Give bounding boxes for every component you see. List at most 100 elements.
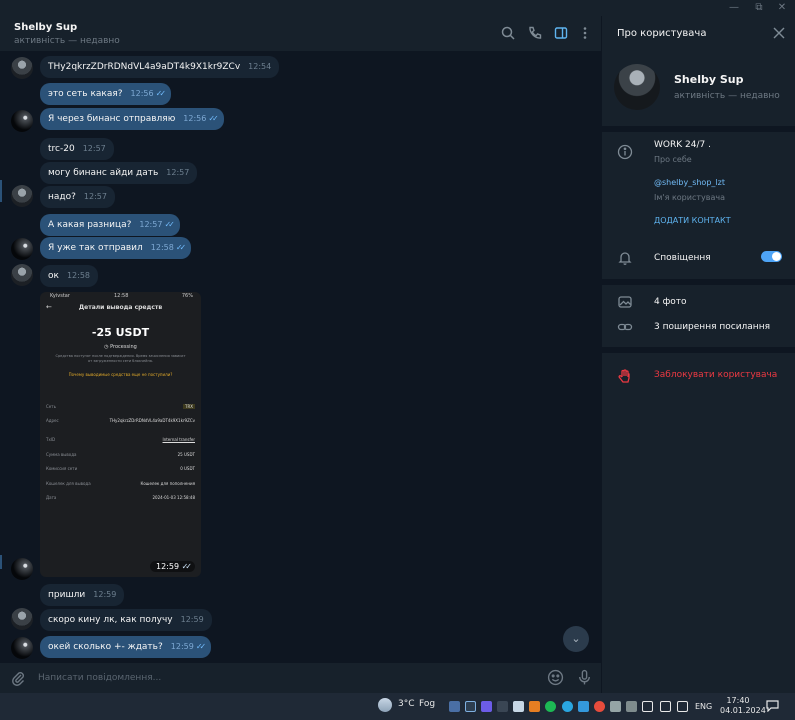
photo-status-bar: Kyivstar 12:58 76%: [40, 292, 201, 300]
spotify-icon[interactable]: [545, 701, 556, 712]
weather-temperature[interactable]: 3°C: [398, 699, 415, 709]
message-bubble[interactable]: это сеть какая? 12:56 ✓✓: [40, 83, 172, 105]
message-time: 12:58: [66, 271, 91, 280]
close-icon[interactable]: [772, 26, 786, 40]
bell-icon: [617, 250, 633, 266]
message-bubble[interactable]: пришли 12:59: [40, 584, 125, 606]
avatar[interactable]: [11, 558, 33, 580]
message-time: 12:56: [183, 114, 207, 123]
message-input[interactable]: [38, 670, 518, 686]
avatar[interactable]: [11, 637, 33, 659]
message-bubble[interactable]: могу бинанс айди дать 12:57: [40, 162, 198, 184]
phone-icon[interactable]: [527, 25, 543, 41]
photo-message[interactable]: Kyivstar 12:58 76% ← Детали вывода средс…: [40, 292, 201, 577]
message-text: скоро кину лк, как получу: [48, 615, 173, 625]
block-user-button[interactable]: Заблокувати користувача: [654, 370, 777, 380]
message-text: могу бинанс айди дать: [48, 168, 159, 178]
photo-title: Детали вывода средств: [78, 304, 163, 311]
weather-condition[interactable]: Fog: [419, 699, 435, 709]
battery-icon[interactable]: [677, 701, 688, 712]
message-bubble[interactable]: Я через бинанс отправляю 12:56 ✓✓: [40, 108, 224, 130]
discord-icon[interactable]: [481, 701, 492, 712]
message-time: 12:59: [93, 590, 117, 599]
message-list[interactable]: THy2qkrzZDrRDNdVL4a9aDT4k9X1kr9ZCv 12:54 …: [0, 52, 601, 663]
photo-icon: [617, 294, 633, 310]
message-bubble[interactable]: Я уже так отправил 12:58 ✓✓: [40, 237, 192, 259]
profile-avatar[interactable]: [614, 64, 660, 110]
app-icon[interactable]: [497, 701, 508, 712]
avatar[interactable]: [11, 238, 33, 260]
sidebar-toggle-icon[interactable]: [553, 25, 569, 41]
weather-icon[interactable]: [378, 698, 392, 712]
app-icon[interactable]: [529, 701, 540, 712]
more-options-icon[interactable]: [577, 25, 593, 41]
message-bubble[interactable]: trc-20 12:57: [40, 138, 114, 160]
message-bubble[interactable]: окей сколько +- ждать? 12:59 ✓✓: [40, 636, 212, 658]
message-text: окей сколько +- ждать?: [48, 642, 163, 652]
emoji-icon[interactable]: [547, 669, 564, 686]
photo-row-value: Internal transfer: [162, 437, 195, 442]
shared-links-item[interactable]: 3 поширення посилання: [654, 322, 770, 332]
message-bubble[interactable]: А какая разница? 12:57 ✓✓: [40, 214, 180, 236]
photo-row: Адрес THy2qkrzZDrRDNdVL4a9aDT4k9X1kr9ZCv: [46, 418, 195, 423]
clock-date: 04.01.2024: [720, 706, 766, 715]
search-icon[interactable]: [500, 25, 516, 41]
photo-row: TxID Internal transfer: [46, 437, 195, 442]
scroll-down-button[interactable]: ⌄: [563, 626, 589, 652]
avatar[interactable]: [11, 608, 33, 630]
read-ticks-icon: ✓✓: [208, 114, 219, 123]
photo-row-label: Комиссия сети: [46, 466, 78, 471]
photo-row-label: TxID: [46, 437, 56, 442]
app-icon[interactable]: [578, 701, 589, 712]
username-link[interactable]: @shelby_shop_lzt: [654, 178, 725, 187]
close-window-button[interactable]: ✕: [772, 1, 792, 15]
add-contact-button[interactable]: ДОДАТИ КОНТАКТ: [654, 216, 731, 225]
photo-row-label: Сеть: [46, 404, 56, 409]
photo-row: Комиссия сети 0 USDT: [46, 466, 195, 471]
photo-state-text: Processing: [110, 344, 137, 350]
app-icon[interactable]: [626, 701, 637, 712]
photo-row-label: Адрес: [46, 418, 59, 423]
photo-warning: Почему выводимые средства еще не поступи…: [68, 372, 173, 377]
chrome-icon[interactable]: [594, 701, 605, 712]
photo-row: Дата 2024-01-03 12:58:48: [46, 495, 195, 500]
microphone-icon[interactable]: [576, 669, 593, 686]
photo-row-label: Кошелек для вывода: [46, 481, 91, 486]
notifications-toggle[interactable]: [761, 251, 782, 262]
app-icon[interactable]: [513, 701, 524, 712]
user-info-panel: Про користувача Shelby Sup активність — …: [601, 16, 795, 693]
bio-text: WORK 24/7 .: [654, 140, 711, 150]
minimize-button[interactable]: —: [724, 1, 744, 15]
message-bubble[interactable]: THy2qkrzZDrRDNdVL4a9aDT4k9X1kr9ZCv 12:54: [40, 56, 280, 78]
hand-stop-icon: [617, 368, 633, 384]
app-icon[interactable]: [465, 701, 476, 712]
message-composer: [0, 663, 601, 693]
message-bubble[interactable]: надо? 12:57: [40, 186, 115, 208]
chat-title[interactable]: Shelby Sup: [14, 22, 77, 33]
notifications-icon[interactable]: [766, 700, 779, 713]
avatar[interactable]: [11, 264, 33, 286]
photos-item[interactable]: 4 фото: [654, 297, 687, 307]
taskbar-clock[interactable]: 17:40 04.01.2024: [720, 696, 766, 716]
input-language[interactable]: ENG: [695, 702, 712, 711]
message-text: THy2qkrzZDrRDNdVL4a9aDT4k9X1kr9ZCv: [48, 62, 241, 72]
app-icon[interactable]: [610, 701, 621, 712]
app-icon[interactable]: [449, 701, 460, 712]
maximize-button[interactable]: ⧉: [749, 1, 769, 15]
chat-status: активність — недавно: [14, 36, 120, 46]
window-titlebar: — ⧉ ✕: [0, 0, 795, 16]
message-time: 12:56: [130, 89, 154, 98]
profile-name: Shelby Sup: [674, 73, 744, 86]
telegram-icon[interactable]: [562, 701, 573, 712]
photo-row-value: 0 USDT: [180, 466, 195, 471]
volume-icon[interactable]: [660, 701, 671, 712]
network-icon[interactable]: [642, 701, 653, 712]
profile-status: активність — недавно: [674, 91, 780, 101]
photo-row: Сеть TRX: [46, 404, 195, 409]
avatar[interactable]: [11, 185, 33, 207]
avatar[interactable]: [11, 110, 33, 132]
attach-icon[interactable]: [10, 670, 26, 686]
message-bubble[interactable]: скоро кину лк, как получу 12:59: [40, 609, 212, 631]
message-bubble[interactable]: ок 12:58: [40, 265, 99, 287]
avatar[interactable]: [11, 57, 33, 79]
